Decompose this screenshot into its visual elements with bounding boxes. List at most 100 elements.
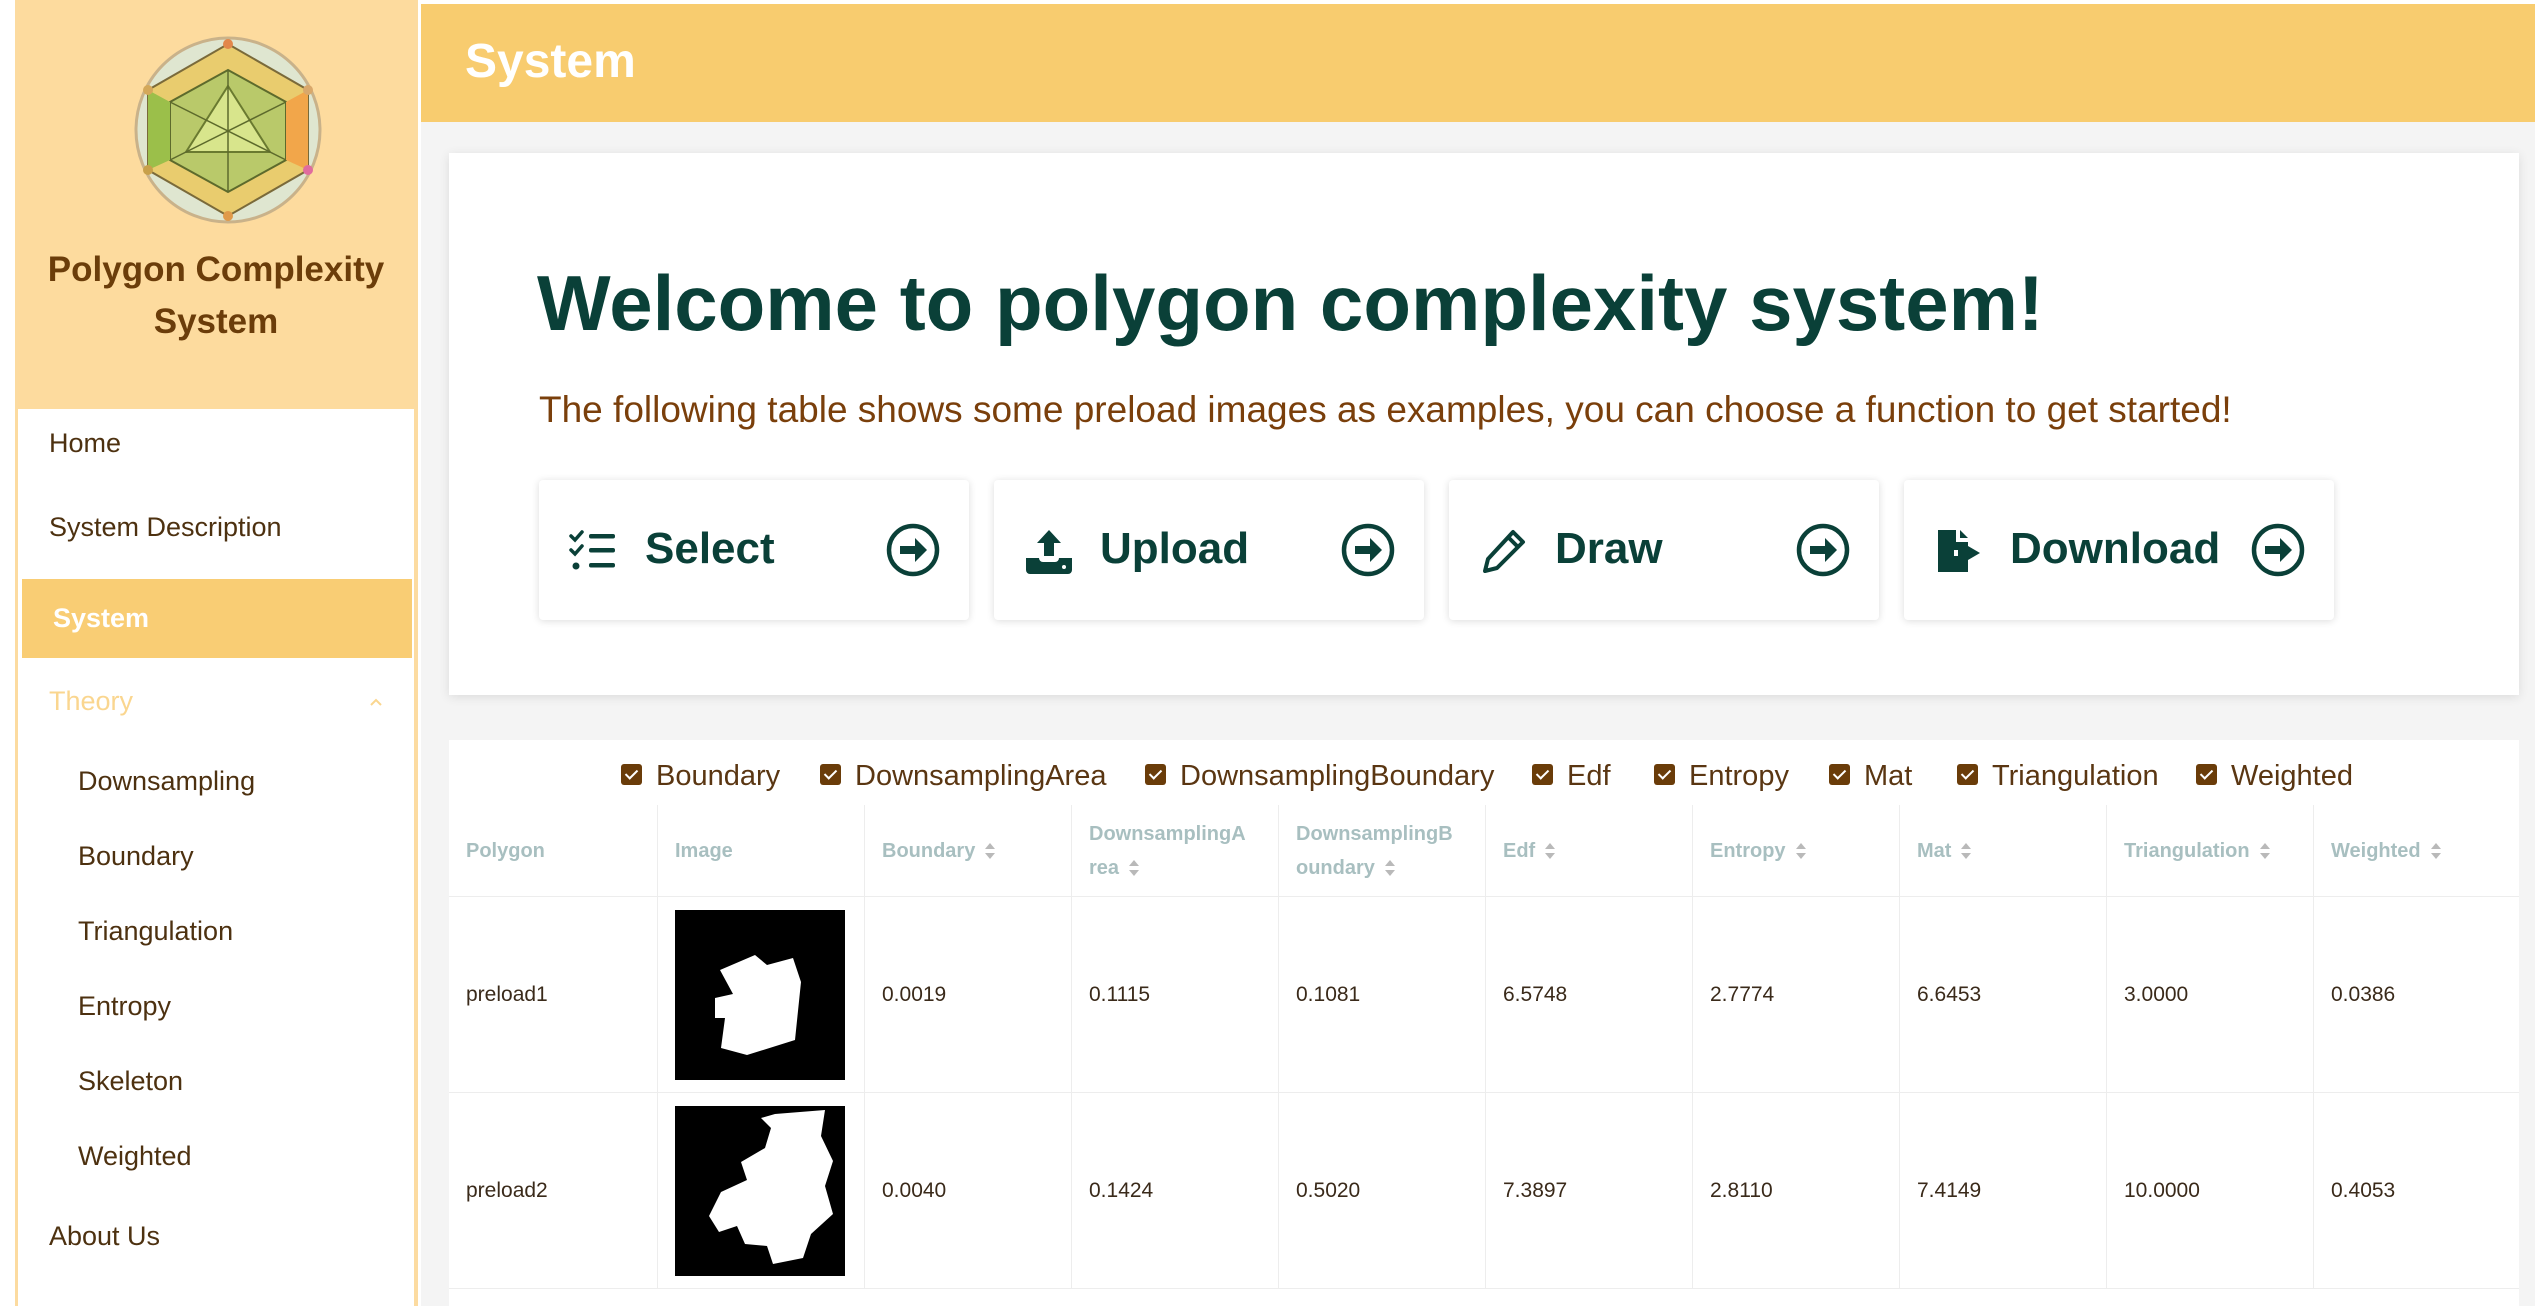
- file-export-icon: [1938, 530, 1980, 572]
- table-row[interactable]: preload1 0.0019 0.1115 0.1081 6.5748 2.7…: [449, 897, 2519, 1093]
- select-button[interactable]: Select: [539, 480, 969, 620]
- cell-mat: 7.4149: [1900, 1093, 2107, 1288]
- cell-polygon: preload1: [449, 897, 658, 1092]
- arrow-right-circle-icon: [2251, 523, 2305, 577]
- pencil-icon: [1483, 530, 1525, 573]
- cell-boundary: 0.0019: [865, 897, 1072, 1092]
- table-row[interactable]: preload2 0.0040 0.1424 0.5020 7.3897 2.8…: [449, 1093, 2519, 1289]
- cell-image: [658, 897, 865, 1092]
- cell-triangulation: 10.0000: [2107, 1093, 2314, 1288]
- column-header-edf[interactable]: Edf: [1486, 805, 1693, 896]
- sidebar-item-system[interactable]: System: [22, 579, 412, 658]
- checkbox[interactable]: [820, 763, 841, 785]
- column-header-boundary[interactable]: Boundary: [865, 805, 1072, 896]
- filter-label: Weighted: [2231, 760, 2353, 792]
- column-header-triangulation[interactable]: Triangulation: [2107, 805, 2314, 896]
- cell-downsampling-area: 0.1115: [1072, 897, 1279, 1092]
- checkbox[interactable]: [1829, 763, 1850, 785]
- sort-icon[interactable]: [1384, 860, 1396, 877]
- filter-label: Entropy: [1689, 760, 1789, 792]
- column-header-downsampling-area[interactable]: DownsamplingA rea: [1072, 805, 1279, 896]
- cell-weighted: 0.0386: [2331, 982, 2396, 1006]
- filter-triangulation[interactable]: Triangulation: [1957, 760, 2159, 793]
- sidebar-item-about-us[interactable]: About Us: [18, 1221, 414, 1252]
- sidebar-panel: Polygon Complexity System Home System De…: [15, 0, 418, 1306]
- sidebar-item-entropy[interactable]: Entropy: [18, 991, 414, 1022]
- filter-edf[interactable]: Edf: [1532, 760, 1611, 793]
- results-table-section: Boundary DownsamplingArea DownsamplingBo…: [449, 740, 2519, 1306]
- sidebar-item-home[interactable]: Home: [18, 428, 414, 459]
- sidebar-item-skeleton[interactable]: Skeleton: [18, 1066, 414, 1097]
- polygon-thumbnail: [675, 1105, 845, 1276]
- sidebar-item-boundary[interactable]: Boundary: [18, 841, 414, 872]
- cell-edf: 6.5748: [1486, 897, 1693, 1092]
- filter-label: DownsamplingArea: [855, 760, 1107, 792]
- sort-icon[interactable]: [2430, 842, 2442, 859]
- sidebar-item-theory[interactable]: Theory: [18, 686, 414, 717]
- download-button[interactable]: Download: [1904, 480, 2334, 620]
- logo-block: Polygon Complexity System: [18, 0, 414, 409]
- column-header-downsampling-boundary[interactable]: DownsamplingB oundary: [1279, 805, 1486, 896]
- column-header-entropy[interactable]: Entropy: [1693, 805, 1900, 896]
- draw-button[interactable]: Draw: [1449, 480, 1879, 620]
- filter-label: Mat: [1864, 760, 1913, 792]
- app-name: Polygon Complexity System: [47, 250, 385, 341]
- cell-weighted: 0.4053: [2331, 1178, 2396, 1202]
- column-header-image: Image: [658, 805, 865, 896]
- cell-downsampling-boundary: 0.1081: [1279, 897, 1486, 1092]
- column-header-mat[interactable]: Mat: [1900, 805, 2107, 896]
- upload-button-label: Upload: [1100, 524, 1250, 573]
- sort-icon[interactable]: [1128, 860, 1140, 877]
- filter-label: Edf: [1567, 760, 1611, 792]
- filter-downsampling-area[interactable]: DownsamplingArea: [820, 760, 1106, 793]
- welcome-title: Welcome to polygon complexity system!: [537, 259, 2044, 347]
- checkbox[interactable]: [1957, 763, 1978, 785]
- column-filters: Boundary DownsamplingArea DownsamplingBo…: [449, 740, 2519, 800]
- sort-icon[interactable]: [1795, 842, 1807, 859]
- checkbox[interactable]: [621, 763, 642, 785]
- cell-downsampling-boundary: 0.5020: [1279, 1093, 1486, 1288]
- cell-boundary: 0.0040: [865, 1093, 1072, 1288]
- sort-icon[interactable]: [1544, 842, 1556, 859]
- sidebar: Polygon Complexity System Home System De…: [0, 0, 421, 1306]
- upload-button[interactable]: Upload: [994, 480, 1424, 620]
- arrow-right-circle-icon: [886, 523, 940, 577]
- polygon-logo-icon: [134, 36, 322, 224]
- list-check-icon: [569, 530, 615, 570]
- polygon-thumbnail: [675, 909, 845, 1080]
- checkbox[interactable]: [1532, 763, 1553, 785]
- sidebar-item-system-description[interactable]: System Description: [18, 512, 414, 543]
- draw-button-label: Draw: [1555, 524, 1663, 573]
- filter-mat[interactable]: Mat: [1829, 760, 1912, 793]
- welcome-subtitle: The following table shows some preload i…: [539, 389, 2232, 430]
- filter-label: Triangulation: [1992, 760, 2159, 792]
- filter-boundary[interactable]: Boundary: [621, 760, 780, 793]
- select-button-label: Select: [645, 524, 775, 573]
- download-button-label: Download: [2010, 524, 2221, 573]
- column-header-weighted[interactable]: Weighted: [2314, 805, 2519, 896]
- upload-icon: [1026, 530, 1072, 574]
- sort-icon[interactable]: [2259, 842, 2271, 859]
- filter-downsampling-boundary[interactable]: DownsamplingBoundary: [1145, 760, 1494, 793]
- chevron-up-icon: [370, 698, 382, 706]
- sidebar-item-label: Theory: [49, 686, 134, 716]
- filter-label: DownsamplingBoundary: [1180, 760, 1495, 792]
- filter-entropy[interactable]: Entropy: [1654, 760, 1789, 793]
- sort-icon[interactable]: [984, 842, 996, 859]
- sidebar-item-weighted[interactable]: Weighted: [18, 1141, 414, 1172]
- checkbox[interactable]: [1654, 763, 1675, 785]
- checkbox[interactable]: [1145, 763, 1166, 785]
- sidebar-item-downsampling[interactable]: Downsampling: [18, 766, 414, 797]
- table-header-row: Polygon Image Boundary DownsamplingA rea…: [449, 805, 2519, 897]
- sidebar-item-triangulation[interactable]: Triangulation: [18, 916, 414, 947]
- filter-weighted[interactable]: Weighted: [2196, 760, 2353, 793]
- cell-image: [658, 1093, 865, 1288]
- arrow-right-circle-icon: [1796, 523, 1850, 577]
- welcome-card: Welcome to polygon complexity system! Th…: [449, 153, 2519, 695]
- checkbox[interactable]: [2196, 763, 2217, 785]
- cell-downsampling-area: 0.1424: [1072, 1093, 1279, 1288]
- filter-label: Boundary: [656, 760, 781, 792]
- cell-entropy: 2.8110: [1693, 1093, 1900, 1288]
- arrow-right-circle-icon: [1341, 523, 1395, 577]
- sort-icon[interactable]: [1960, 842, 1972, 859]
